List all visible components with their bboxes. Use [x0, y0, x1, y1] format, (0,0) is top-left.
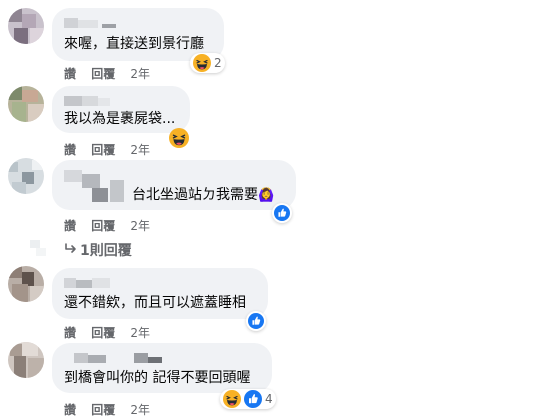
reply-button[interactable]: 回覆	[91, 217, 115, 234]
avatar[interactable]	[8, 86, 44, 122]
avatar[interactable]	[8, 266, 44, 302]
reaction-badge[interactable]	[272, 203, 292, 223]
reply-button[interactable]: 回覆	[91, 324, 115, 341]
avatar[interactable]	[8, 158, 44, 194]
reaction-count-badge[interactable]: 2	[190, 53, 225, 73]
reaction-count-badge[interactable]: 4	[220, 389, 276, 409]
avatar[interactable]	[8, 8, 44, 44]
comment-text: 還不錯欸，而且可以遮蓋睡相	[64, 295, 246, 311]
comment-text: 到橋會叫你的 記得不要回頭喔	[64, 370, 251, 386]
comment-text-body: 台北坐過站ㄉ我需要	[132, 187, 258, 203]
like-icon	[248, 313, 264, 329]
reaction-badge[interactable]	[246, 311, 266, 331]
like-button[interactable]: 讚	[64, 324, 76, 341]
like-button[interactable]: 讚	[64, 65, 76, 82]
reaction-count: 2	[214, 56, 222, 70]
like-icon	[274, 205, 290, 221]
reply-button[interactable]: 回覆	[91, 65, 115, 82]
comment-text: 台北坐過站ㄉ我需要🙆‍♀️	[132, 186, 274, 205]
view-replies-link[interactable]: 1則回覆	[64, 240, 132, 260]
timestamp[interactable]: 2年	[130, 217, 150, 234]
reply-button[interactable]: 回覆	[91, 401, 115, 418]
haha-icon	[223, 390, 241, 408]
reply-thread-avatar	[30, 238, 48, 256]
timestamp[interactable]: 2年	[130, 141, 150, 158]
reaction-count: 4	[265, 392, 273, 406]
reply-arrow-icon	[64, 243, 80, 259]
comment-actions: 讚 回覆 2年	[64, 401, 161, 418]
reply-button[interactable]: 回覆	[91, 141, 115, 158]
like-button[interactable]: 讚	[64, 401, 76, 418]
avatar[interactable]	[8, 342, 44, 378]
like-icon	[244, 390, 262, 408]
replies-count-label[interactable]: 1則回覆	[80, 243, 132, 259]
comment-actions: 讚 回覆 2年	[64, 65, 161, 82]
comment-bubble: 我以為是裹屍袋...	[52, 86, 190, 133]
reaction-badge[interactable]	[166, 128, 192, 148]
comment-actions: 讚 回覆 2年	[64, 324, 161, 341]
comment-bubble: 到橋會叫你的 記得不要回頭喔	[52, 343, 272, 393]
comment-bubble: 還不錯欸，而且可以遮蓋睡相	[52, 268, 268, 319]
timestamp[interactable]: 2年	[130, 401, 150, 418]
comment-bubble: 台北坐過站ㄉ我需要🙆‍♀️	[52, 160, 296, 210]
comment-actions: 讚 回覆 2年	[64, 141, 161, 158]
emoji-person-gesturing-ok: 🙆‍♀️	[258, 188, 275, 203]
comment-actions: 讚 回覆 2年	[64, 217, 161, 234]
comment-text: 我以為是裹屍袋...	[64, 111, 176, 127]
like-button[interactable]: 讚	[64, 141, 76, 158]
timestamp[interactable]: 2年	[130, 65, 150, 82]
like-button[interactable]: 讚	[64, 217, 76, 234]
haha-icon	[169, 128, 189, 148]
haha-icon	[193, 54, 211, 72]
timestamp[interactable]: 2年	[130, 324, 150, 341]
comment-text: 來喔，直接送到景行廳	[64, 36, 204, 52]
